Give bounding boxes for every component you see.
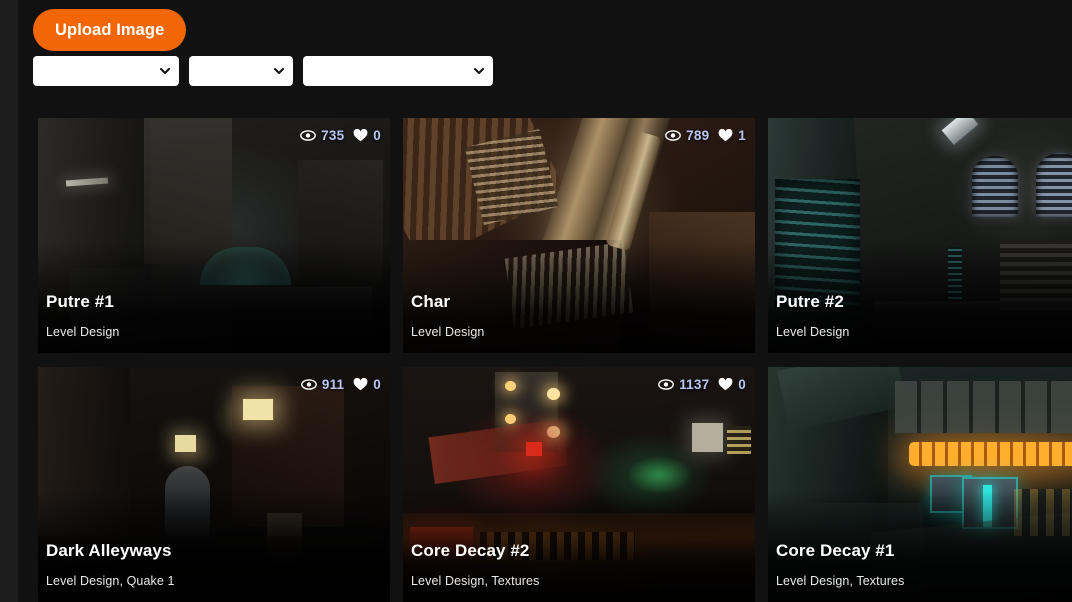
artwork-layer xyxy=(908,442,1072,466)
card-title: Core Decay #2 xyxy=(411,541,530,560)
gallery-card[interactable]: 789 1 Char Level Design xyxy=(403,118,755,353)
artwork-layer xyxy=(1035,153,1072,217)
like-count[interactable]: 0 xyxy=(718,377,746,392)
view-count: 911 xyxy=(300,377,345,392)
gallery-card[interactable]: 7Core Decay #1Level Design, Textures xyxy=(768,367,1072,602)
card-caption: Core Decay #1 Level Design, Textures xyxy=(768,490,1072,602)
card-title: Core Decay #1 xyxy=(776,541,895,560)
gallery-card[interactable]: 911 0 Dark Alleyways Level Design, Quake 1 xyxy=(38,367,390,602)
view-count: 789 xyxy=(665,128,709,143)
gallery-card[interactable]: 735 0 Putre #1 Level Design xyxy=(38,118,390,353)
card-caption: Char Level Design xyxy=(403,241,755,353)
tag-filter-wrap xyxy=(303,56,493,86)
gallery-grid: 735 0 Putre #1 Level Design 789 1 Char Level De… xyxy=(38,118,1072,602)
view-count-value: 735 xyxy=(321,128,345,143)
gallery-card[interactable]: 5Putre #2Level Design xyxy=(768,118,1072,353)
like-count-value: 0 xyxy=(373,377,381,392)
card-stats: 1137 0 xyxy=(658,377,746,392)
card-tags: Level Design xyxy=(776,325,850,339)
card-caption: Dark Alleyways Level Design, Quake 1 xyxy=(38,490,390,602)
card-caption: Core Decay #2 Level Design, Textures xyxy=(403,490,755,602)
artwork-layer xyxy=(242,397,274,422)
artwork-layer xyxy=(547,388,560,400)
card-stats: 789 1 xyxy=(665,128,746,143)
view-count: 735 xyxy=(300,128,344,143)
like-count-value: 0 xyxy=(738,377,746,392)
sort-filter-wrap xyxy=(189,56,293,86)
upload-image-button[interactable]: Upload Image xyxy=(33,9,187,51)
card-tags: Level Design xyxy=(46,325,120,339)
artwork-layer xyxy=(726,425,752,454)
artwork-layer xyxy=(972,155,1018,217)
like-count[interactable]: 0 xyxy=(353,377,381,392)
artwork-layer xyxy=(691,423,724,452)
eye-icon xyxy=(300,130,317,141)
heart-icon[interactable] xyxy=(718,378,733,391)
card-tags: Level Design xyxy=(411,325,485,339)
category-filter-wrap xyxy=(33,56,179,86)
artwork-layer xyxy=(628,456,692,494)
view-count: 1137 xyxy=(658,377,709,392)
view-count-value: 1137 xyxy=(679,377,710,392)
card-title: Char xyxy=(411,292,451,311)
like-count[interactable]: 1 xyxy=(718,128,746,143)
card-title: Dark Alleyways xyxy=(46,541,172,560)
filter-row xyxy=(33,56,493,86)
tag-filter-select[interactable] xyxy=(303,56,493,86)
category-filter-select[interactable] xyxy=(33,56,179,86)
view-count-value: 789 xyxy=(686,128,710,143)
eye-icon xyxy=(665,130,682,141)
artwork-layer xyxy=(175,435,197,452)
card-title: Putre #2 xyxy=(776,292,844,311)
header-toolbar: Upload Image xyxy=(18,0,1072,104)
eye-icon xyxy=(300,379,317,390)
view-count-value: 911 xyxy=(321,377,345,392)
artwork-layer xyxy=(428,419,568,485)
gallery-page: Upload Image 735 0 Putre #1 Level Design… xyxy=(0,0,1072,602)
card-title: Putre #1 xyxy=(46,292,114,311)
like-count[interactable]: 0 xyxy=(353,128,381,143)
left-rail xyxy=(0,0,18,602)
card-caption: Putre #1 Level Design xyxy=(38,241,390,353)
gallery-card[interactable]: 1137 0 Core Decay #2 Level Design, Textures xyxy=(403,367,755,602)
card-stats: 735 0 xyxy=(300,128,381,143)
heart-icon[interactable] xyxy=(353,129,368,142)
card-stats: 911 0 xyxy=(300,377,381,392)
eye-icon xyxy=(658,379,675,390)
heart-icon[interactable] xyxy=(718,129,733,142)
card-tags: Level Design, Textures xyxy=(411,574,540,588)
like-count-value: 1 xyxy=(738,128,746,143)
like-count-value: 0 xyxy=(373,128,381,143)
card-tags: Level Design, Textures xyxy=(776,574,905,588)
sort-filter-select[interactable] xyxy=(189,56,293,86)
artwork-layer xyxy=(894,381,1072,433)
card-tags: Level Design, Quake 1 xyxy=(46,574,175,588)
heart-icon[interactable] xyxy=(353,378,368,391)
card-caption: Putre #2 Level Design xyxy=(768,241,1072,353)
artwork-layer xyxy=(941,118,979,145)
